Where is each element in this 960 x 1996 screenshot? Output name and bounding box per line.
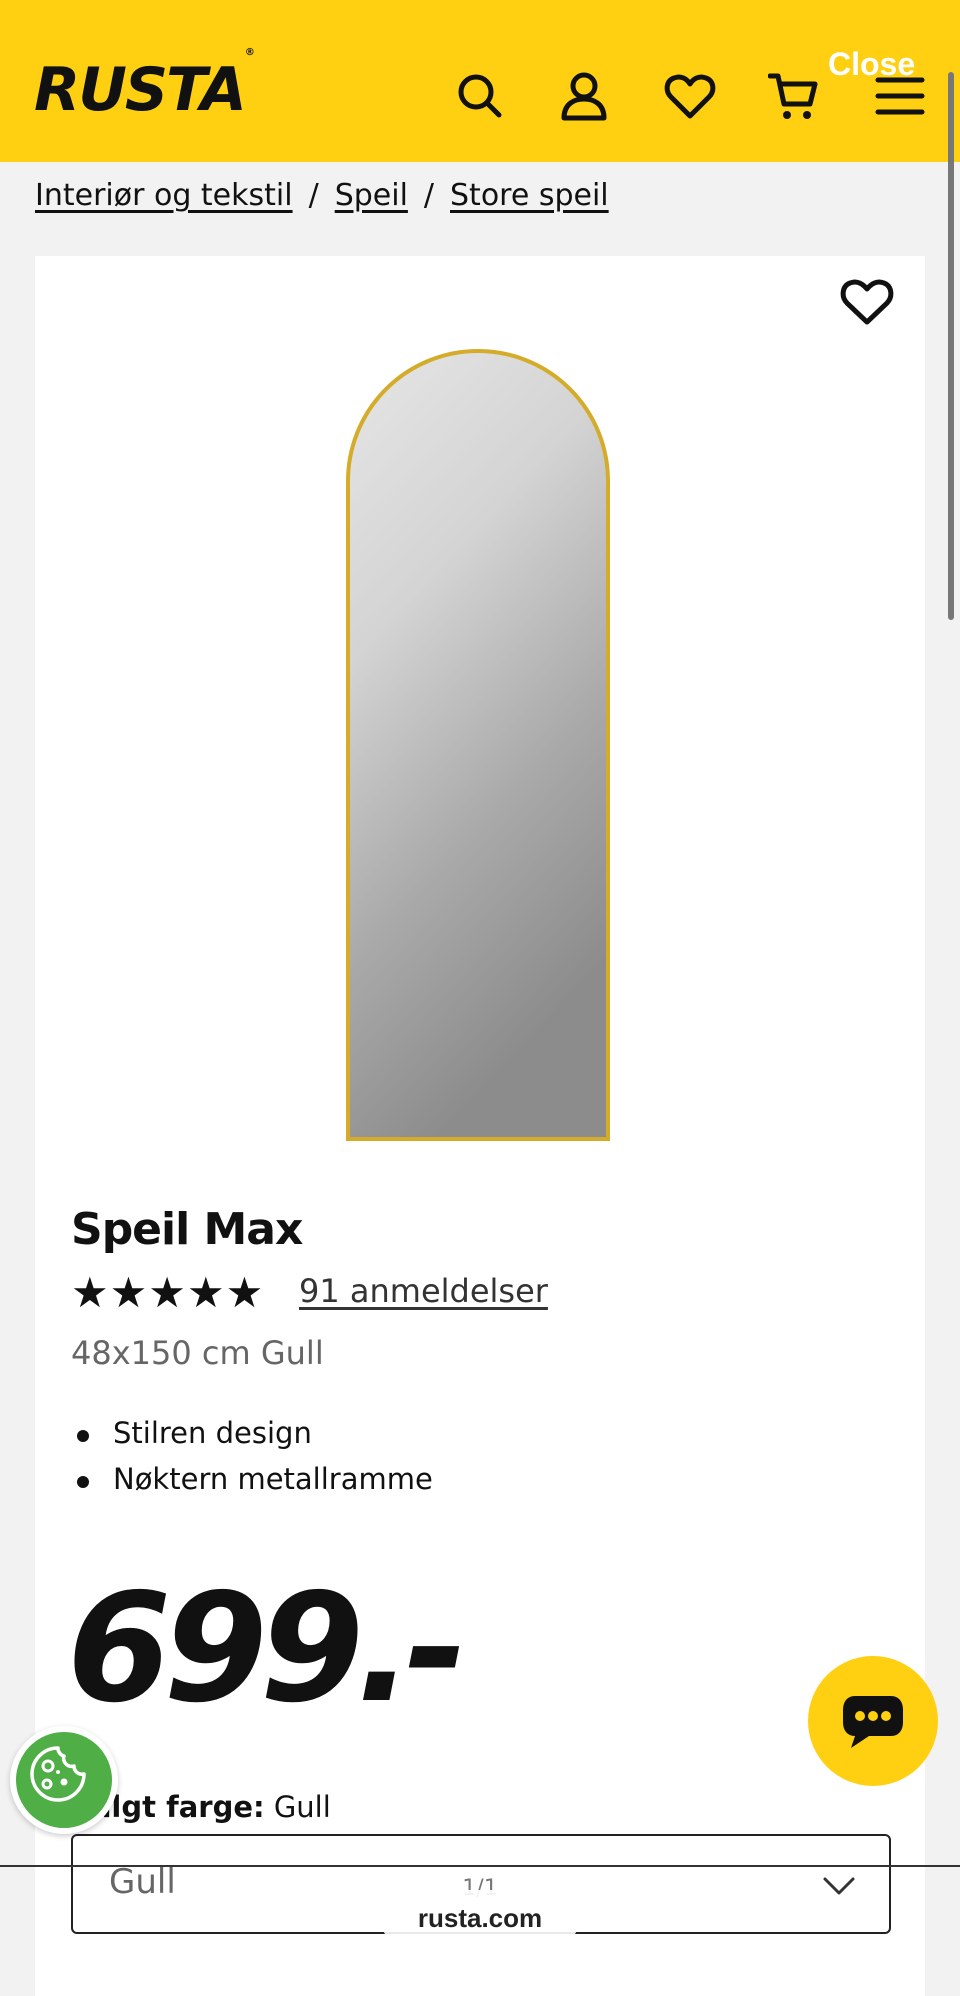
- feature-item: Nøktern metallramme: [71, 1462, 433, 1508]
- logo-text: RUSTA: [34, 55, 247, 125]
- scrollbar[interactable]: [948, 72, 954, 620]
- feature-list: Stilren design Nøktern metallramme: [71, 1416, 433, 1508]
- product-title: Speil Max: [71, 1204, 303, 1255]
- search-icon[interactable]: [454, 70, 506, 122]
- breadcrumb-link-large-mirrors[interactable]: Store speil: [450, 178, 609, 213]
- wishlist-heart-icon[interactable]: [664, 70, 716, 122]
- breadcrumb-separator: /: [308, 178, 319, 213]
- address-bar[interactable]: rusta.com: [380, 1890, 580, 1946]
- product-card: Speil Max ★★★★★ 91 anmeldelser 48x150 cm…: [35, 256, 925, 1996]
- breadcrumb-separator: /: [423, 178, 435, 213]
- rusta-logo[interactable]: RUSTA®: [34, 48, 255, 121]
- color-select-value: Gull: [109, 1862, 176, 1902]
- rating-stars: ★★★★★: [71, 1268, 265, 1317]
- breadcrumb-link-interior[interactable]: Interiør og tekstil: [35, 178, 293, 213]
- browser-toolbar-divider: [0, 1865, 960, 1867]
- cart-icon[interactable]: [767, 70, 820, 122]
- cookie-settings-button[interactable]: [10, 1726, 118, 1834]
- chevron-down-icon: [823, 1877, 855, 1895]
- chat-button[interactable]: [808, 1656, 938, 1786]
- reviews-link[interactable]: 91 anmeldelser: [299, 1272, 548, 1310]
- cookie-icon: [30, 1746, 86, 1802]
- selected-color-value: Gull: [273, 1790, 331, 1824]
- feature-item: Stilren design: [71, 1416, 433, 1462]
- chat-icon: [843, 1696, 903, 1748]
- close-button[interactable]: Close: [828, 46, 915, 83]
- site-header: RUSTA® Close: [0, 0, 960, 162]
- add-to-wishlist-heart-icon[interactable]: [839, 274, 895, 330]
- breadcrumb: Interiør og tekstil / Speil / Store speil: [35, 178, 609, 213]
- breadcrumb-link-mirrors[interactable]: Speil: [335, 178, 408, 213]
- product-image[interactable]: [345, 348, 611, 1142]
- product-variant: 48x150 cm Gull: [71, 1334, 324, 1372]
- logo-mark: ®: [244, 47, 255, 58]
- user-icon[interactable]: [558, 70, 610, 122]
- product-price: 699.-: [67, 1562, 467, 1736]
